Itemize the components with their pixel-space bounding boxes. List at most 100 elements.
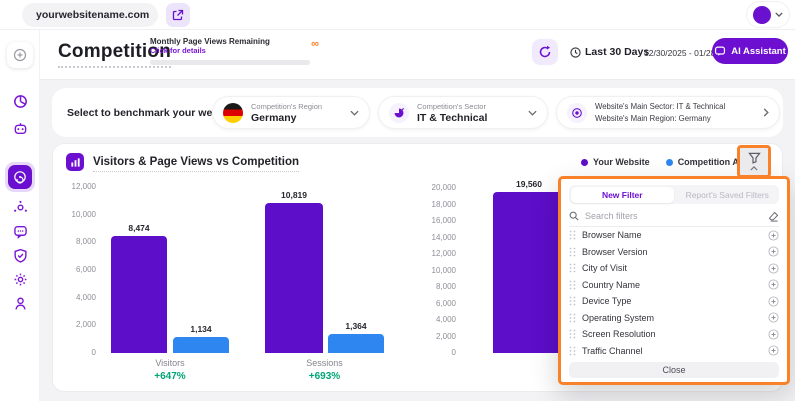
drag-handle-icon[interactable] (569, 263, 576, 273)
right-axis-tick: 0 (406, 348, 456, 358)
website-selector[interactable]: yourwebsitename.com (22, 3, 158, 27)
sidebar-item-competition-active[interactable] (5, 162, 35, 192)
drag-handle-icon[interactable] (569, 230, 576, 240)
left-axis-tick: 12,000 (53, 182, 96, 192)
sidebar-item-dashboard[interactable] (7, 88, 33, 114)
sidebar-item-audience[interactable] (7, 194, 33, 220)
filter-popup: New Filter Report's Saved Filters Browse… (558, 176, 790, 385)
filter-item[interactable]: Operating System (569, 310, 779, 327)
add-filter-icon[interactable] (768, 230, 779, 241)
filter-item-label: Device Type (582, 296, 631, 306)
gear-icon (13, 272, 28, 287)
drag-handle-icon[interactable] (569, 280, 576, 290)
add-filter-icon[interactable] (768, 263, 779, 274)
quota-block: Monthly Page Views Remaining ∞ Click for… (150, 37, 295, 65)
left-axis-tick: 4,000 (53, 293, 96, 303)
sidebar-item-privacy[interactable] (7, 242, 33, 268)
add-filter-icon[interactable] (768, 345, 779, 356)
range-label: Last 30 Days (585, 46, 649, 58)
ai-assistant-label: AI Assistant (731, 46, 786, 57)
filter-item-label: Browser Name (582, 230, 642, 240)
drag-handle-icon[interactable] (569, 346, 576, 356)
bar-your-website[interactable] (493, 192, 565, 353)
left-axis-tick: 8,000 (53, 237, 96, 247)
sidebar-item-ai-bot[interactable] (7, 115, 33, 141)
filter-item-label: City of Visit (582, 263, 627, 273)
funnel-icon (748, 152, 761, 164)
filter-item-label: Screen Resolution (582, 329, 656, 339)
clock-icon (570, 47, 581, 58)
date-range-preset[interactable]: Last 30 Days (570, 46, 649, 58)
chevron-right-icon (763, 108, 769, 117)
open-website-button[interactable] (166, 3, 190, 27)
filter-item[interactable]: Country Name (569, 277, 779, 294)
bar-value-label: 1,364 (320, 321, 392, 331)
website-main-sector: Website's Main Sector: IT & Technical (595, 101, 725, 113)
bar-competition-average[interactable] (328, 334, 384, 353)
page-header: Competition Monthly Page Views Remaining… (40, 30, 795, 80)
filter-item[interactable]: Device Type (569, 293, 779, 310)
new-report-button[interactable] (7, 42, 33, 68)
left-axis-tick: 10,000 (53, 210, 96, 220)
chevron-down-icon (528, 110, 537, 116)
chevron-up-icon (750, 166, 758, 171)
region-value: Germany (251, 112, 322, 124)
bar-competition-average[interactable] (173, 337, 229, 353)
filter-item-label: Browser Version (582, 247, 648, 257)
website-main-info[interactable]: Website's Main Sector: IT & Technical We… (556, 96, 780, 129)
change-percent-label: +693% (265, 371, 384, 382)
close-button[interactable]: Close (569, 362, 779, 378)
add-filter-icon[interactable] (768, 246, 779, 257)
filter-item[interactable]: Browser Version (569, 244, 779, 261)
tab-new-filter[interactable]: New Filter (571, 187, 675, 203)
user-menu[interactable] (746, 1, 790, 28)
add-filter-icon[interactable] (768, 329, 779, 340)
bar-your-website[interactable] (265, 203, 323, 353)
quota-progress-bar (150, 60, 310, 65)
filter-item-label: Country Name (582, 280, 640, 290)
add-filter-icon[interactable] (768, 296, 779, 307)
filter-button-highlight[interactable] (737, 145, 771, 178)
region-select[interactable]: Competition's Region Germany (212, 96, 370, 129)
bar-value-label: 10,819 (257, 190, 331, 200)
bar-value-label: 8,474 (103, 223, 175, 233)
filter-item-label: Traffic Channel (582, 346, 643, 356)
filter-tabs: New Filter Report's Saved Filters (569, 185, 779, 204)
website-name: yourwebsitename.com (36, 9, 149, 21)
right-axis-tick: 10,000 (406, 266, 456, 276)
sidebar (0, 30, 40, 401)
benchmark-bar: Select to benchmark your website: Compet… (52, 88, 783, 137)
chevron-down-icon (775, 12, 783, 17)
sector-label: Competition's Sector (417, 102, 487, 111)
sector-select[interactable]: Competition's Sector IT & Technical (378, 96, 548, 129)
quota-title: Monthly Page Views Remaining (150, 37, 295, 46)
right-axis-tick: 8,000 (406, 282, 456, 292)
drag-handle-icon[interactable] (569, 247, 576, 257)
filter-item[interactable]: Traffic Channel (569, 343, 779, 360)
add-filter-icon[interactable] (768, 312, 779, 323)
robot-icon (13, 121, 28, 136)
filter-item[interactable]: City of Visit (569, 260, 779, 277)
sidebar-item-settings[interactable] (7, 266, 33, 292)
ai-assistant-button[interactable]: AI Assistant (712, 38, 788, 64)
left-axis-tick: 6,000 (53, 265, 96, 275)
eraser-icon[interactable] (768, 211, 779, 222)
filter-search-row (569, 206, 779, 227)
filter-item[interactable]: Screen Resolution (569, 326, 779, 343)
add-filter-icon[interactable] (768, 279, 779, 290)
quota-details-link[interactable]: Click for details (150, 46, 295, 55)
tab-saved-filters[interactable]: Report's Saved Filters (676, 185, 780, 204)
drag-handle-icon[interactable] (569, 313, 576, 323)
drag-handle-icon[interactable] (569, 329, 576, 339)
sidebar-item-feedback[interactable] (7, 218, 33, 244)
right-axis-tick: 16,000 (406, 216, 456, 226)
filter-search-input[interactable] (585, 211, 762, 221)
bar-your-website[interactable] (111, 236, 167, 353)
refresh-icon (538, 45, 552, 59)
filter-item[interactable]: Browser Name (569, 227, 779, 244)
sidebar-item-location[interactable] (7, 290, 33, 316)
filter-list: Browser Name Browser Version City of Visit… (569, 227, 779, 359)
refresh-button[interactable] (532, 39, 558, 65)
drag-handle-icon[interactable] (569, 296, 576, 306)
person-pin-icon (13, 296, 28, 311)
